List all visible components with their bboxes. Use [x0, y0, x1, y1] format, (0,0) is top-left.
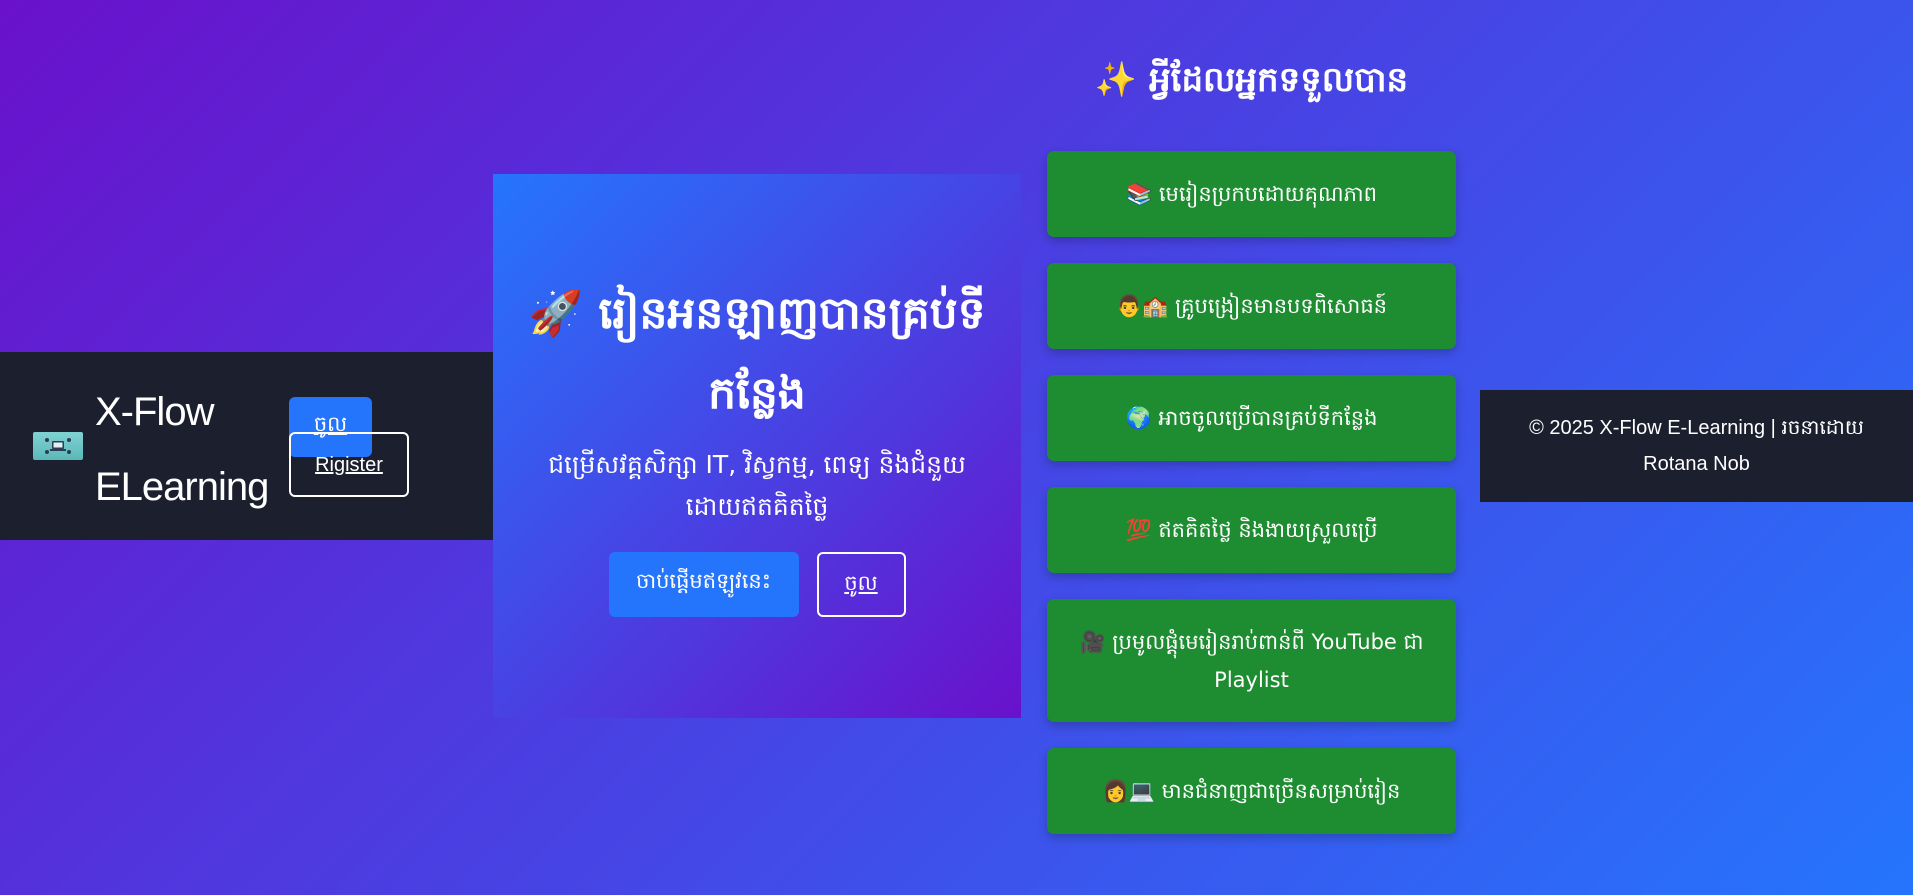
- feature-item-many-skills: 👩‍💻 មានជំនាញជាច្រើនសម្រាប់រៀន: [1047, 748, 1456, 834]
- logo-icon: [45, 438, 71, 454]
- brand-line2: ELearning: [95, 465, 269, 509]
- feature-item-access-anywhere: 🌍 អាចចូលប្រើបានគ្រប់ទីកន្លែង: [1047, 375, 1456, 461]
- feature-item-youtube-playlist: 🎥 ប្រមូលផ្តុំមេរៀនរាប់ពាន់ពី YouTube ជា …: [1047, 599, 1456, 722]
- brand-line1: X-Flow: [95, 390, 214, 434]
- hero-subtitle: ជម្រើសវគ្គសិក្សា IT, វិស្វកម្ម, ពេទ្យ និ…: [548, 450, 966, 521]
- site-footer: © 2025 X-Flow E-Learning | រចនាដោយ Rotan…: [1480, 390, 1913, 502]
- header-register-button[interactable]: Rigister: [289, 432, 409, 497]
- feature-item-quality-lessons: 📚 មេរៀនប្រកបដោយគុណភាព: [1047, 151, 1456, 237]
- hero-title: 🚀 រៀនអនឡាញបានគ្រប់ទីកន្លែង: [528, 288, 986, 419]
- hero-login-button[interactable]: ចូល: [816, 552, 906, 617]
- start-now-button[interactable]: ចាប់ផ្តើមឥឡូវនេះ: [608, 552, 799, 617]
- features-title: ✨ អ្វីដែលអ្នកទទួលបាន: [1094, 60, 1409, 100]
- hero-actions: ចាប់ផ្តើមឥឡូវនេះ ចូល: [493, 552, 1021, 617]
- brand-name[interactable]: X-Flow ELearning: [95, 375, 285, 525]
- hero-card: 🚀 រៀនអនឡាញបានគ្រប់ទីកន្លែង ជម្រើសវគ្គសិក…: [493, 174, 1021, 718]
- logo-image[interactable]: [33, 432, 83, 460]
- feature-item-free-easy: 💯 ឥតគិតថ្លៃ និងងាយស្រួលប្រើ: [1047, 487, 1456, 573]
- feature-item-experienced-teachers: 👨‍🏫 គ្រូបង្រៀនមានបទពិសោធន៍: [1047, 263, 1456, 349]
